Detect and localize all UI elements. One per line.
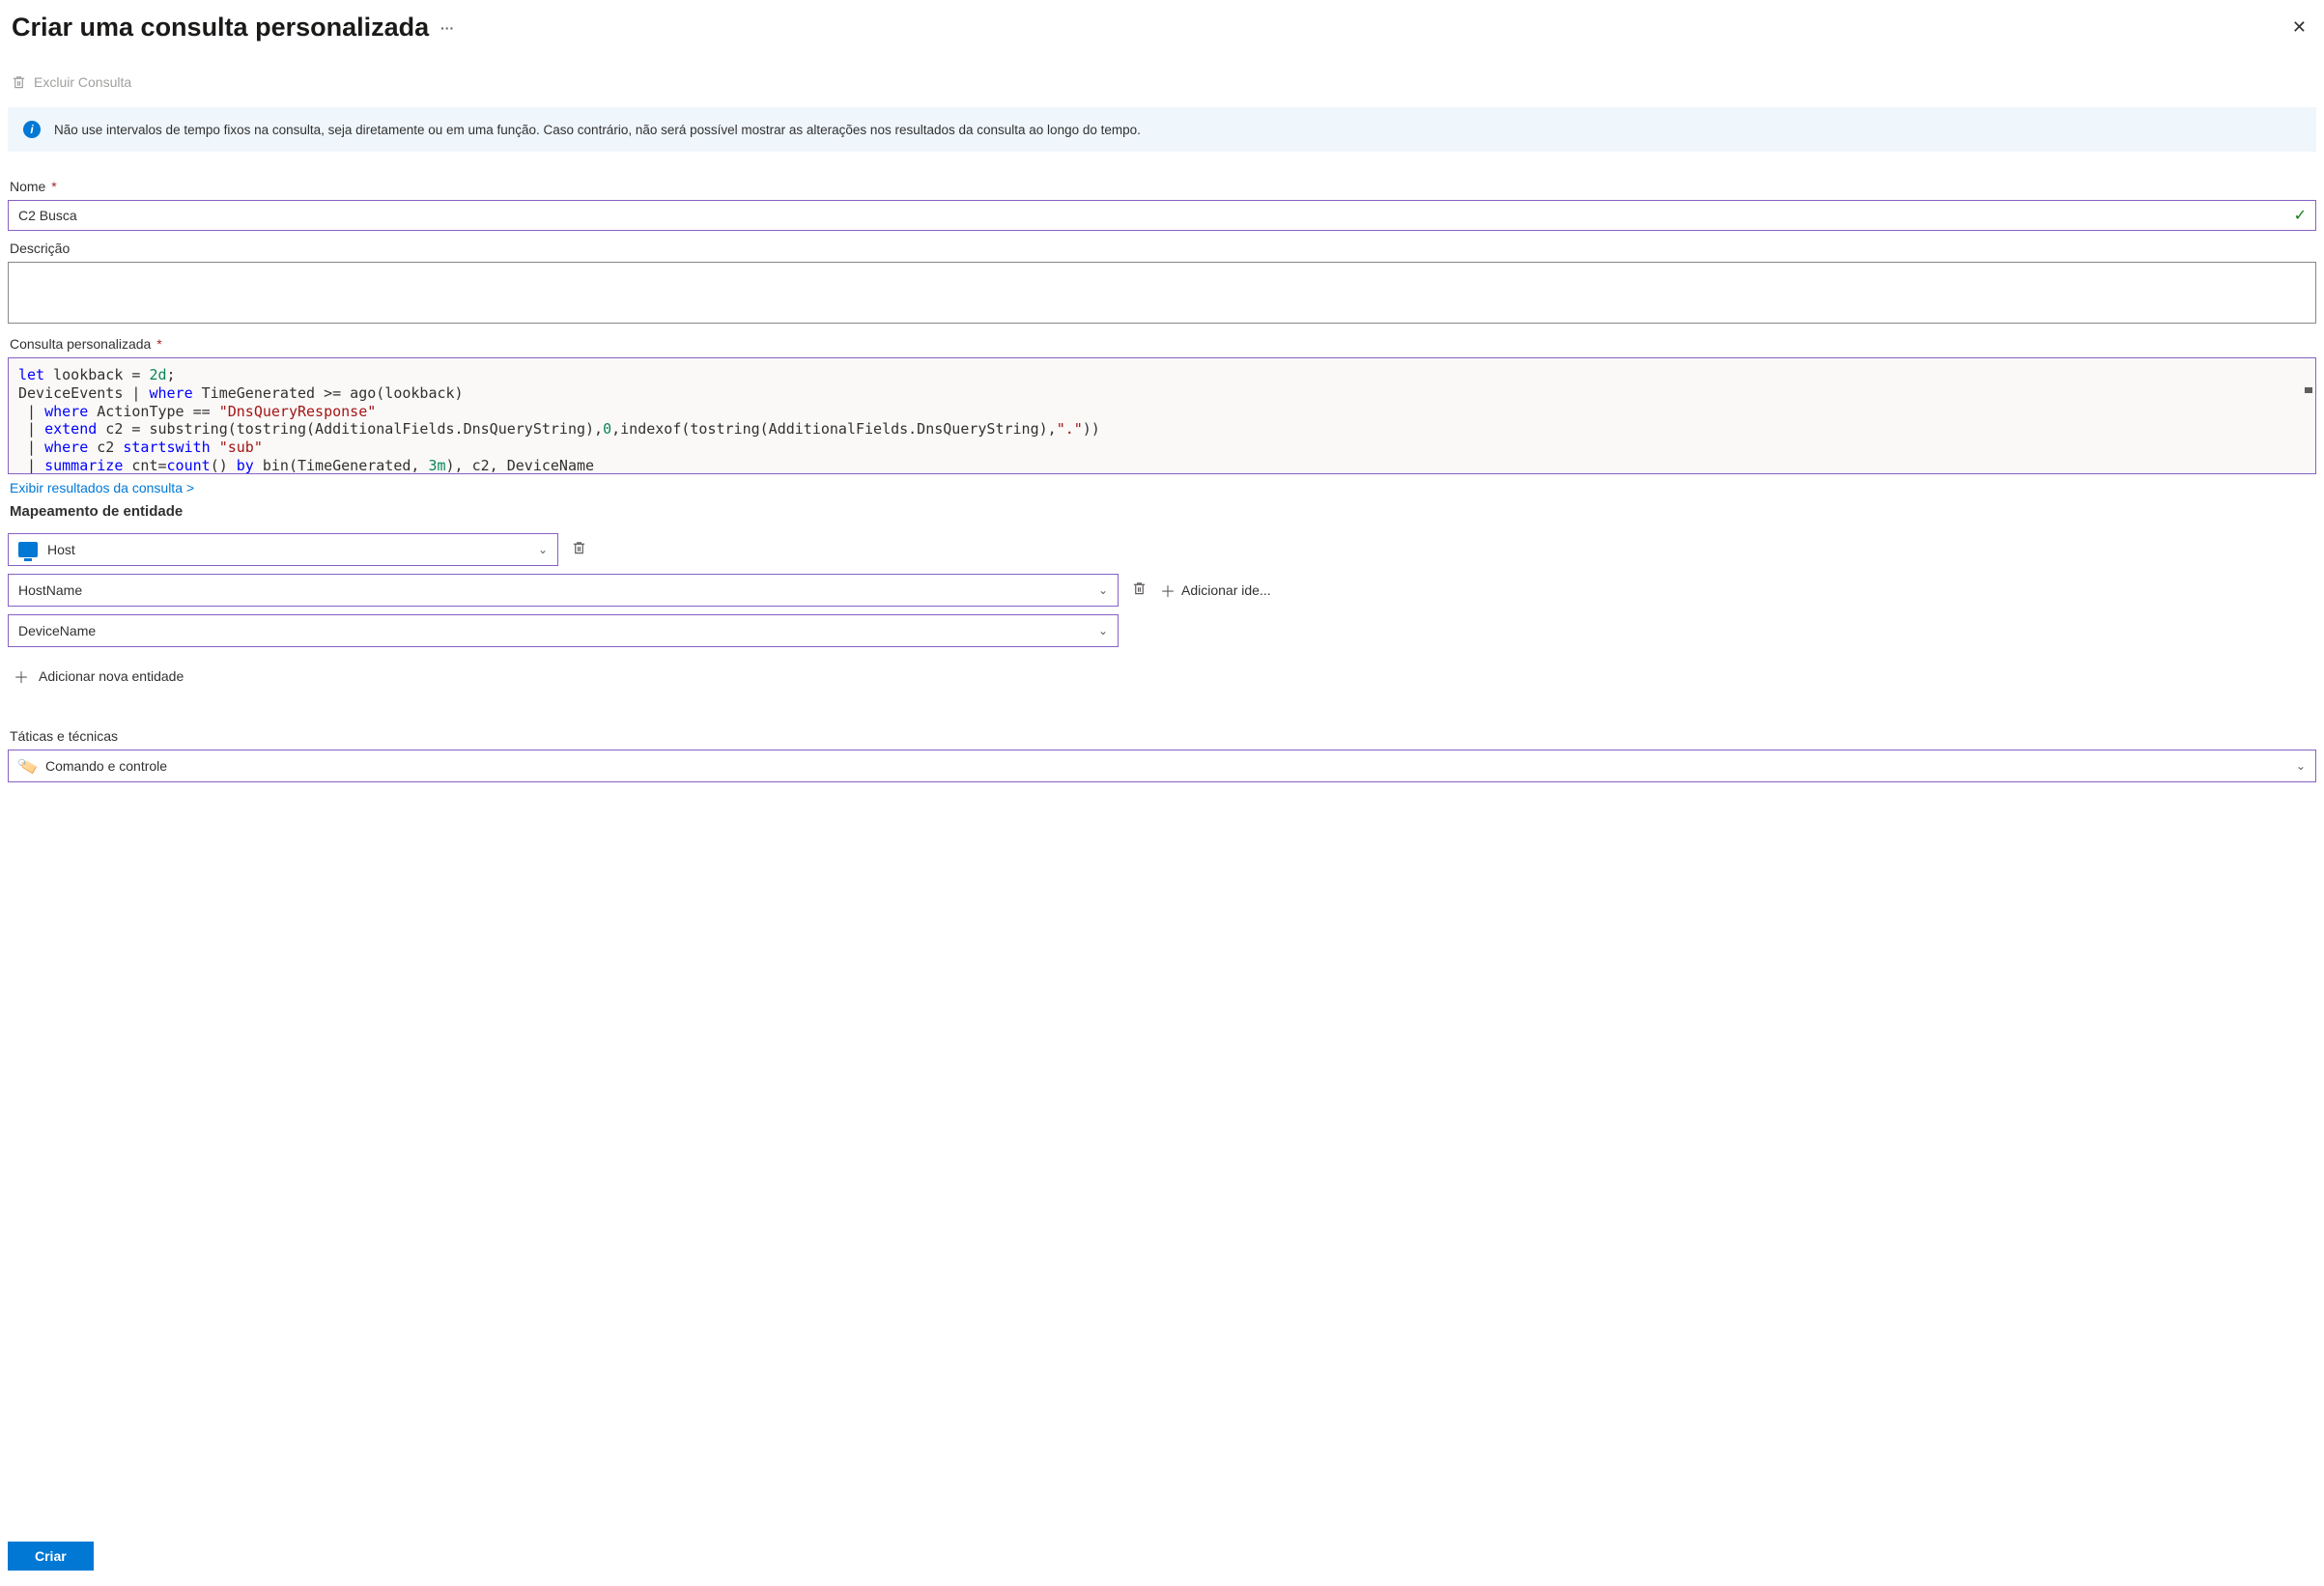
delete-identifier-button[interactable] — [1132, 581, 1147, 601]
name-label: Nome * — [10, 179, 2314, 194]
close-button[interactable]: ✕ — [2286, 12, 2312, 43]
name-input[interactable] — [8, 200, 2316, 231]
info-banner: i Não use intervalos de tempo fixos na c… — [8, 107, 2316, 152]
chevron-down-icon: ⌄ — [2296, 759, 2306, 773]
host-icon — [18, 542, 38, 557]
plus-icon: ＋ — [14, 665, 29, 688]
required-icon: * — [153, 336, 161, 352]
trash-icon — [12, 74, 26, 90]
custom-query-label: Consulta personalizada * — [10, 336, 2314, 352]
name-label-text: Nome — [10, 179, 45, 194]
add-entity-button[interactable]: ＋ Adicionar nova entidade — [14, 665, 184, 688]
delete-entity-button[interactable] — [572, 540, 586, 560]
custom-query-editor[interactable]: let lookback = 2d; DeviceEvents | where … — [8, 357, 2316, 474]
chevron-down-icon: ⌄ — [538, 543, 548, 556]
entity-type-value: Host — [47, 542, 75, 557]
tactics-value: Comando e controle — [45, 758, 167, 774]
more-actions-icon[interactable]: ··· — [440, 20, 454, 36]
entity-type-select[interactable]: Host ⌄ — [8, 533, 558, 566]
toolbar: Excluir Consulta — [8, 61, 2316, 103]
add-identifier-button[interactable]: ＋ Adicionar ide... — [1160, 579, 1271, 602]
scroll-thumb[interactable] — [2305, 387, 2312, 393]
tactics-select[interactable]: 🏷️ Comando e controle ⌄ — [8, 750, 2316, 782]
add-entity-label: Adicionar nova entidade — [39, 668, 184, 684]
identifier-key-select[interactable]: HostName ⌄ — [8, 574, 1119, 607]
description-label: Descrição — [10, 241, 2314, 256]
chevron-down-icon: ⌄ — [1098, 583, 1108, 597]
page-title-text: Criar uma consulta personalizada — [12, 13, 429, 42]
tactics-label: Táticas e técnicas — [10, 728, 2314, 744]
identifier-value-text: DeviceName — [18, 623, 96, 638]
description-input[interactable] — [8, 262, 2316, 324]
trash-icon — [1132, 581, 1147, 596]
custom-query-label-text: Consulta personalizada — [10, 336, 151, 352]
entity-mapping-heading: Mapeamento de entidade — [10, 503, 2314, 520]
view-results-link[interactable]: Exibir resultados da consulta > — [10, 480, 194, 496]
delete-query-button[interactable]: Excluir Consulta — [12, 69, 131, 96]
identifier-value-select[interactable]: DeviceName ⌄ — [8, 614, 1119, 647]
identifier-key-value: HostName — [18, 582, 82, 598]
delete-query-label: Excluir Consulta — [34, 74, 131, 90]
info-banner-text: Não use intervalos de tempo fixos na con… — [54, 123, 1141, 137]
create-button[interactable]: Criar — [8, 1542, 94, 1571]
check-icon: ✓ — [2294, 206, 2307, 225]
page-title: Criar uma consulta personalizada ··· — [12, 13, 454, 42]
chevron-down-icon: ⌄ — [1098, 624, 1108, 637]
add-identifier-label: Adicionar ide... — [1181, 582, 1271, 598]
plus-icon: ＋ — [1160, 579, 1176, 602]
info-icon: i — [23, 121, 41, 138]
required-icon: * — [47, 179, 56, 194]
footer-bar: Criar — [0, 1526, 2324, 1586]
tactic-icon: 🏷️ — [16, 755, 38, 777]
trash-icon — [572, 540, 586, 555]
